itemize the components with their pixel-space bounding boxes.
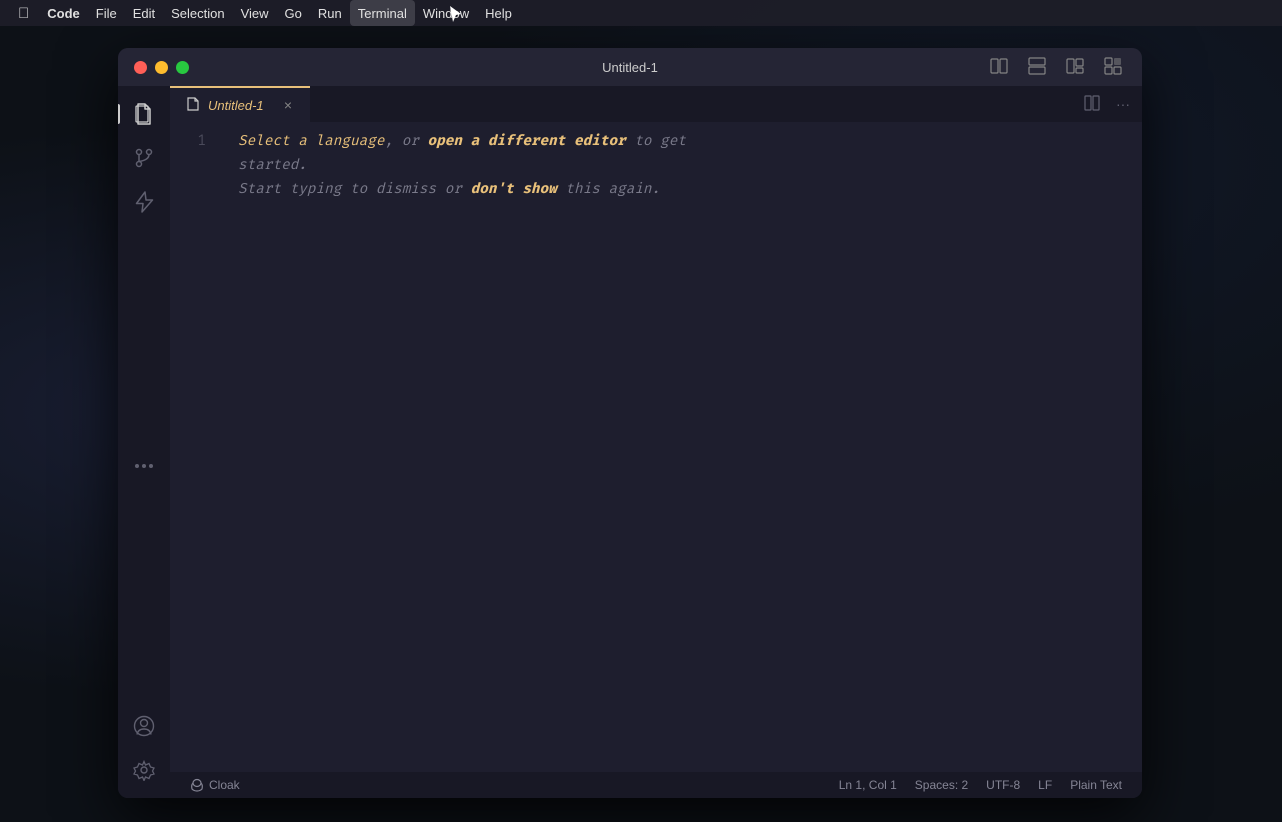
code-editor[interactable]: Select a language , or open a different …	[222, 122, 1142, 772]
title-bar: Untitled-1	[118, 48, 1142, 86]
editor-tab-untitled[interactable]: Untitled-1 ×	[170, 86, 310, 122]
text-to-get: to get	[626, 130, 686, 154]
menu-code[interactable]: Code	[39, 0, 88, 26]
menu-help[interactable]: Help	[477, 0, 520, 26]
menu-edit[interactable]: Edit	[125, 0, 163, 26]
status-cloak[interactable]: Cloak	[182, 778, 248, 792]
editor-area: Untitled-1 × ···	[170, 86, 1142, 798]
menu-selection[interactable]: Selection	[163, 0, 232, 26]
status-right: Ln 1, Col 1 Spaces: 2 UTF-8 LF Plain Tex…	[831, 778, 1130, 792]
status-position[interactable]: Ln 1, Col 1	[831, 778, 905, 792]
maximize-button[interactable]	[176, 61, 189, 74]
split-editor-tab-button[interactable]	[1080, 91, 1104, 118]
close-button[interactable]	[134, 61, 147, 74]
text-dont-show[interactable]: don't show	[471, 178, 557, 202]
cloak-label: Cloak	[209, 778, 240, 792]
status-spaces[interactable]: Spaces: 2	[907, 778, 976, 792]
line-numbers: 1	[170, 122, 222, 772]
menu-terminal[interactable]: Terminal	[350, 0, 415, 26]
menu-window[interactable]: Window	[415, 0, 477, 26]
traffic-lights	[134, 61, 189, 74]
tab-more-button[interactable]: ···	[1112, 92, 1134, 116]
split-horizontal-icon[interactable]	[1024, 53, 1050, 82]
code-line-3: Start typing to dismiss or don't show th…	[238, 178, 1126, 202]
activity-source-control[interactable]	[124, 138, 164, 178]
tab-bar: Untitled-1 × ···	[170, 86, 1142, 122]
status-bar: Cloak Ln 1, Col 1 Spaces: 2 UTF-8 LF Pla…	[170, 772, 1142, 798]
activity-account[interactable]	[124, 706, 164, 746]
activity-files[interactable]	[124, 94, 164, 134]
activity-more[interactable]	[127, 456, 161, 476]
activity-bar	[118, 86, 170, 798]
status-left: Cloak	[182, 778, 248, 792]
tab-name: Untitled-1	[208, 98, 264, 113]
text-comma-or: , or	[384, 130, 427, 154]
window-title: Untitled-1	[602, 60, 658, 75]
split-editor-icon[interactable]	[986, 53, 1012, 82]
code-line-1: Select a language , or open a different …	[238, 130, 1126, 154]
tab-actions: ···	[1080, 86, 1142, 122]
vscode-window: Untitled-1	[118, 48, 1142, 798]
tab-file-icon	[186, 97, 200, 114]
text-start-typing: Start typing to dismiss or	[238, 178, 471, 202]
minimize-button[interactable]	[155, 61, 168, 74]
activity-settings[interactable]	[124, 750, 164, 790]
text-this-again: this again.	[557, 178, 660, 202]
menu-run[interactable]: Run	[310, 0, 350, 26]
title-bar-actions	[986, 53, 1126, 82]
menu-go[interactable]: Go	[277, 0, 310, 26]
code-line-2: started.	[238, 154, 1126, 178]
status-language[interactable]: Plain Text	[1062, 778, 1130, 792]
menu-view[interactable]: View	[233, 0, 277, 26]
apple-menu[interactable]: 	[8, 0, 39, 26]
menu-bar:  Code File Edit Selection View Go Run T…	[0, 0, 1282, 26]
text-started: started.	[238, 154, 307, 178]
menu-file[interactable]: File	[88, 0, 125, 26]
status-encoding[interactable]: UTF-8	[978, 778, 1028, 792]
status-line-ending[interactable]: LF	[1030, 778, 1060, 792]
text-select-language: Select a language	[238, 130, 384, 154]
customize-layout-icon[interactable]	[1100, 53, 1126, 82]
layout-icon[interactable]	[1062, 53, 1088, 82]
editor-content[interactable]: 1 Select a language , or open a differen…	[170, 122, 1142, 772]
text-open-editor: open a different editor	[428, 130, 626, 154]
line-number-1: 1	[170, 130, 206, 154]
tab-close-button[interactable]: ×	[282, 95, 294, 115]
activity-extensions[interactable]	[124, 182, 164, 222]
